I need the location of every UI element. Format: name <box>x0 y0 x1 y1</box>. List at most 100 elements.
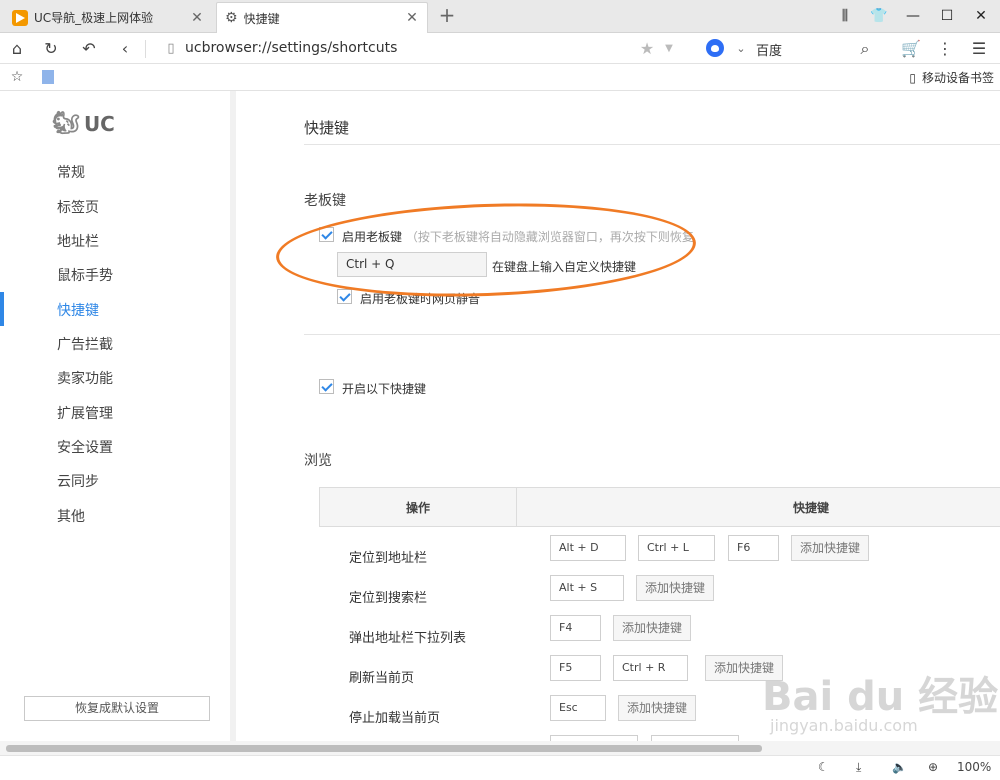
shortcut-key[interactable]: F4 <box>550 615 601 641</box>
settings-main: 快捷键 老板键 启用老板键 （按下老板键将自动隐藏浏览器窗口，再次按下则恢复 C… <box>242 91 1000 741</box>
horizontal-scrollbar[interactable] <box>0 741 1000 755</box>
mute-on-boss-key-label: 启用老板键时网页静音 <box>360 292 481 306</box>
sidebar-item-extensions[interactable]: 扩展管理 <box>57 403 113 423</box>
enable-boss-key-text: 启用老板键 <box>342 230 403 244</box>
reset-defaults-button[interactable]: 恢复成默认设置 <box>24 696 210 721</box>
home-icon[interactable]: ⌂ <box>6 38 28 60</box>
zoom-level[interactable]: 100% <box>957 760 991 774</box>
sidebar-item-security[interactable]: 安全设置 <box>57 437 113 457</box>
minimize-button[interactable]: — <box>902 6 924 26</box>
divider <box>304 334 1000 335</box>
sidebar-item-adblock[interactable]: 广告拦截 <box>57 334 113 354</box>
enable-boss-key-checkbox[interactable] <box>319 227 334 242</box>
sidebar-item-tabs[interactable]: 标签页 <box>57 197 99 217</box>
cart-icon[interactable]: 🛒 <box>900 38 922 60</box>
shortcut-key[interactable]: Ctrl + R <box>613 655 688 681</box>
shortcut-key[interactable]: F6 <box>728 535 779 561</box>
sidebar-item-mouse-gestures[interactable]: 鼠标手势 <box>57 265 113 285</box>
row-action: 定位到地址栏 <box>349 551 428 566</box>
search-icon[interactable]: ⌕ <box>854 38 876 60</box>
bookmark-favicon-icon[interactable] <box>42 70 54 84</box>
shortcut-key[interactable]: Ctrl + L <box>638 535 715 561</box>
browse-section-title: 浏览 <box>304 453 332 469</box>
add-shortcut-button[interactable]: 添加快捷键 <box>618 695 697 721</box>
new-tab-button[interactable]: + <box>436 4 458 26</box>
uc-logo-icon <box>12 9 28 26</box>
close-icon[interactable]: ✕ <box>405 11 419 25</box>
status-bar: ☾ ⤓ 🔈 ⊕ 100% <box>0 755 1000 780</box>
page-icon: ▯ <box>167 41 175 56</box>
row-action: 定位到搜索栏 <box>349 591 428 606</box>
volume-icon[interactable]: 🔈 <box>892 760 907 774</box>
sidebar-item-addressbar[interactable]: 地址栏 <box>57 231 99 251</box>
sidebar-item-general[interactable]: 常规 <box>57 162 85 182</box>
annotation-ellipse <box>274 196 698 304</box>
col-action-header: 操作 <box>406 501 431 515</box>
scrollbar-thumb[interactable] <box>6 745 762 752</box>
enable-boss-key-label: 启用老板键 （按下老板键将自动隐藏浏览器窗口，再次按下则恢复 <box>342 228 694 245</box>
table-header: 操作 快捷键 <box>319 487 1000 527</box>
watermark-url: jingyan.baidu.com <box>770 716 918 735</box>
address-bar: ⌂ ↻ ↶ ‹ ▯ ucbrowser://settings/shortcuts… <box>0 33 1000 64</box>
phone-icon: ▯ <box>909 70 916 85</box>
divider <box>145 40 146 58</box>
sidebar-item-seller[interactable]: 卖家功能 <box>57 368 113 388</box>
boss-key-hint: （按下老板键将自动隐藏浏览器窗口，再次按下则恢复 <box>405 230 694 244</box>
refresh-icon[interactable]: ↻ <box>40 38 62 60</box>
mobile-bookmarks[interactable]: ▯ 移动设备书签 <box>909 69 994 86</box>
tab-strip: UC导航_极速上网体验 ✕ ⚙ 快捷键 ✕ + ⫼ 👕 — ☐ ✕ <box>0 0 1000 33</box>
sidebar-item-other[interactable]: 其他 <box>57 506 85 526</box>
skin-icon[interactable]: 👕 <box>868 6 890 26</box>
tab-uc-nav[interactable]: UC导航_极速上网体验 ✕ <box>4 2 212 33</box>
mute-on-boss-key-checkbox[interactable] <box>337 289 352 304</box>
boss-key-section-title: 老板键 <box>304 193 346 209</box>
back-icon[interactable]: ‹ <box>114 38 136 60</box>
tab-title: UC导航_极速上网体验 <box>34 11 154 25</box>
divider <box>304 144 1000 145</box>
uc-logo: 🐿 UC <box>52 111 115 136</box>
chevron-down-icon[interactable]: ⌄ <box>730 38 752 60</box>
shortcuts-table: 操作 快捷键 定位到地址栏 Alt + D Ctrl + L F6 添加快捷键 … <box>319 487 1000 741</box>
bookmark-bar: ☆ ▯ 移动设备书签 <box>0 64 1000 91</box>
gear-icon: ⚙ <box>225 10 238 26</box>
zoom-icon[interactable]: ⊕ <box>928 760 938 774</box>
close-icon[interactable]: ✕ <box>190 11 204 25</box>
boss-key-input[interactable]: Ctrl + Q <box>337 252 487 277</box>
enable-shortcuts-checkbox[interactable] <box>319 379 334 394</box>
maximize-button[interactable]: ☐ <box>936 6 958 26</box>
sidebar-toggle-icon[interactable]: ⫼ <box>834 6 856 26</box>
divider <box>516 488 517 526</box>
baidu-paw-icon[interactable] <box>706 39 724 57</box>
enable-shortcuts-label: 开启以下快捷键 <box>342 382 427 396</box>
download-icon[interactable]: ⤓ <box>856 760 861 775</box>
chevron-down-icon[interactable]: ▼ <box>658 38 680 60</box>
tab-shortcuts[interactable]: ⚙ 快捷键 ✕ <box>216 2 428 33</box>
logo-text: UC <box>83 111 115 136</box>
undo-close-icon[interactable]: ↶ <box>78 38 100 60</box>
col-shortcut-header: 快捷键 <box>793 501 830 515</box>
watermark-logo: Bai du 经验 <box>762 674 999 720</box>
shortcut-key[interactable]: Alt + D <box>550 535 626 561</box>
menu-icon[interactable]: ☰ <box>968 38 990 60</box>
sidebar-item-cloud-sync[interactable]: 云同步 <box>57 471 99 491</box>
add-shortcut-button[interactable]: 添加快捷键 <box>613 615 692 641</box>
shortcut-key[interactable]: Esc <box>550 695 606 721</box>
shortcut-key[interactable]: F5 <box>550 655 601 681</box>
shortcut-key[interactable]: Alt + S <box>550 575 624 601</box>
row-action: 停止加载当前页 <box>349 711 441 726</box>
settings-sidebar: 🐿 UC 常规 标签页 地址栏 鼠标手势 快捷键 广告拦截 卖家功能 扩展管理 … <box>0 91 236 741</box>
table-row: 弹出地址栏下拉列表 F4 添加快捷键 <box>319 615 1000 655</box>
add-shortcut-button[interactable]: 添加快捷键 <box>636 575 715 601</box>
row-action: 刷新当前页 <box>349 671 415 686</box>
url-input[interactable]: ucbrowser://settings/shortcuts <box>185 40 397 56</box>
close-window-button[interactable]: ✕ <box>970 6 992 26</box>
star-outline-icon[interactable]: ☆ <box>6 66 28 88</box>
star-icon[interactable]: ★ <box>636 38 658 60</box>
search-engine-label[interactable]: 百度 <box>756 40 782 59</box>
add-shortcut-button[interactable]: 添加快捷键 <box>791 535 870 561</box>
boss-key-input-hint: 在键盘上输入自定义快捷键 <box>492 260 637 274</box>
mobile-bookmarks-label: 移动设备书签 <box>921 71 994 85</box>
sidebar-item-shortcuts[interactable]: 快捷键 <box>57 300 99 320</box>
night-mode-icon[interactable]: ☾ <box>818 760 829 774</box>
more-icon[interactable]: ⋮ <box>934 38 956 60</box>
